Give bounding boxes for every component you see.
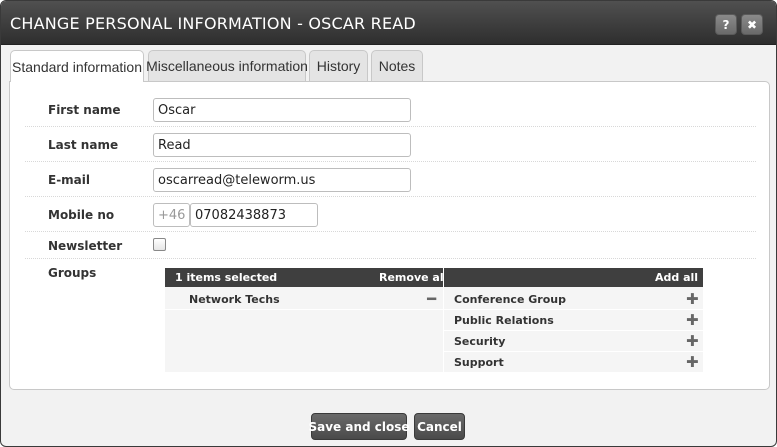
help-button[interactable]: ? <box>715 14 737 35</box>
tab-notes[interactable]: Notes <box>371 50 423 81</box>
newsletter-checkbox[interactable] <box>153 238 166 251</box>
email-field[interactable]: oscarread@teleworm.us <box>153 168 411 192</box>
first-name-field[interactable]: Oscar <box>153 98 411 122</box>
dialog-title: CHANGE PERSONAL INFORMATION - OSCAR READ <box>10 14 416 33</box>
groups-label: Groups <box>48 266 97 280</box>
tab-history[interactable]: History <box>309 50 368 81</box>
available-groups-header: Add all <box>444 268 703 287</box>
selected-count: 1 items selected <box>175 271 278 284</box>
group-name: Public Relations <box>454 314 554 327</box>
minus-icon[interactable]: ━ <box>427 290 436 308</box>
close-button[interactable]: ✖ <box>741 14 763 35</box>
available-group-item[interactable]: Public Relations ✚ <box>444 310 703 331</box>
mobile-prefix: +46 <box>158 207 186 223</box>
standard-information-panel: First name Oscar Last name Read E-mail o… <box>9 81 770 390</box>
selected-groups-list: 1 items selected Remove all Network Tech… <box>165 268 447 372</box>
cancel-button[interactable]: Cancel <box>414 413 465 440</box>
group-name: Support <box>454 356 504 369</box>
help-icon: ? <box>722 17 730 32</box>
group-name: Network Techs <box>189 293 280 306</box>
mobile-label: Mobile no <box>48 208 115 222</box>
plus-icon[interactable]: ✚ <box>686 332 699 350</box>
selected-groups-header: 1 items selected Remove all <box>165 268 447 287</box>
mobile-prefix-field[interactable]: +46 <box>153 203 190 227</box>
mobile-number-field[interactable]: 07082438873 <box>190 203 318 227</box>
available-group-item[interactable]: Security ✚ <box>444 331 703 352</box>
last-name-field[interactable]: Read <box>153 133 411 157</box>
selected-group-item[interactable]: Network Techs ━ <box>165 289 443 310</box>
tab-standard-information[interactable]: Standard information <box>10 50 144 82</box>
groups-multiselect: 1 items selected Remove all Network Tech… <box>165 268 703 373</box>
first-name-label: First name <box>48 103 121 117</box>
group-name: Conference Group <box>454 293 566 306</box>
available-group-item[interactable]: Conference Group ✚ <box>444 289 703 310</box>
available-groups-list: Add all Conference Group ✚ Public Relati… <box>444 268 703 373</box>
available-group-item[interactable]: Support ✚ <box>444 352 703 373</box>
plus-icon[interactable]: ✚ <box>686 290 699 308</box>
close-icon: ✖ <box>746 17 758 32</box>
dialog-titlebar[interactable]: CHANGE PERSONAL INFORMATION - OSCAR READ… <box>1 1 776 45</box>
newsletter-row <box>25 232 756 259</box>
mobile-row <box>25 197 756 232</box>
save-and-close-button[interactable]: Save and close <box>308 413 410 440</box>
group-name: Security <box>454 335 506 348</box>
newsletter-label: Newsletter <box>48 239 123 253</box>
remove-all-button[interactable]: Remove all <box>379 271 447 284</box>
add-all-button[interactable]: Add all <box>655 271 698 284</box>
plus-icon[interactable]: ✚ <box>686 353 699 371</box>
last-name-label: Last name <box>48 138 119 152</box>
plus-icon[interactable]: ✚ <box>686 311 699 329</box>
tab-miscellaneous-information[interactable]: Miscellaneous information <box>146 50 308 81</box>
email-label: E-mail <box>48 173 91 187</box>
change-personal-info-dialog: CHANGE PERSONAL INFORMATION - OSCAR READ… <box>0 0 777 447</box>
